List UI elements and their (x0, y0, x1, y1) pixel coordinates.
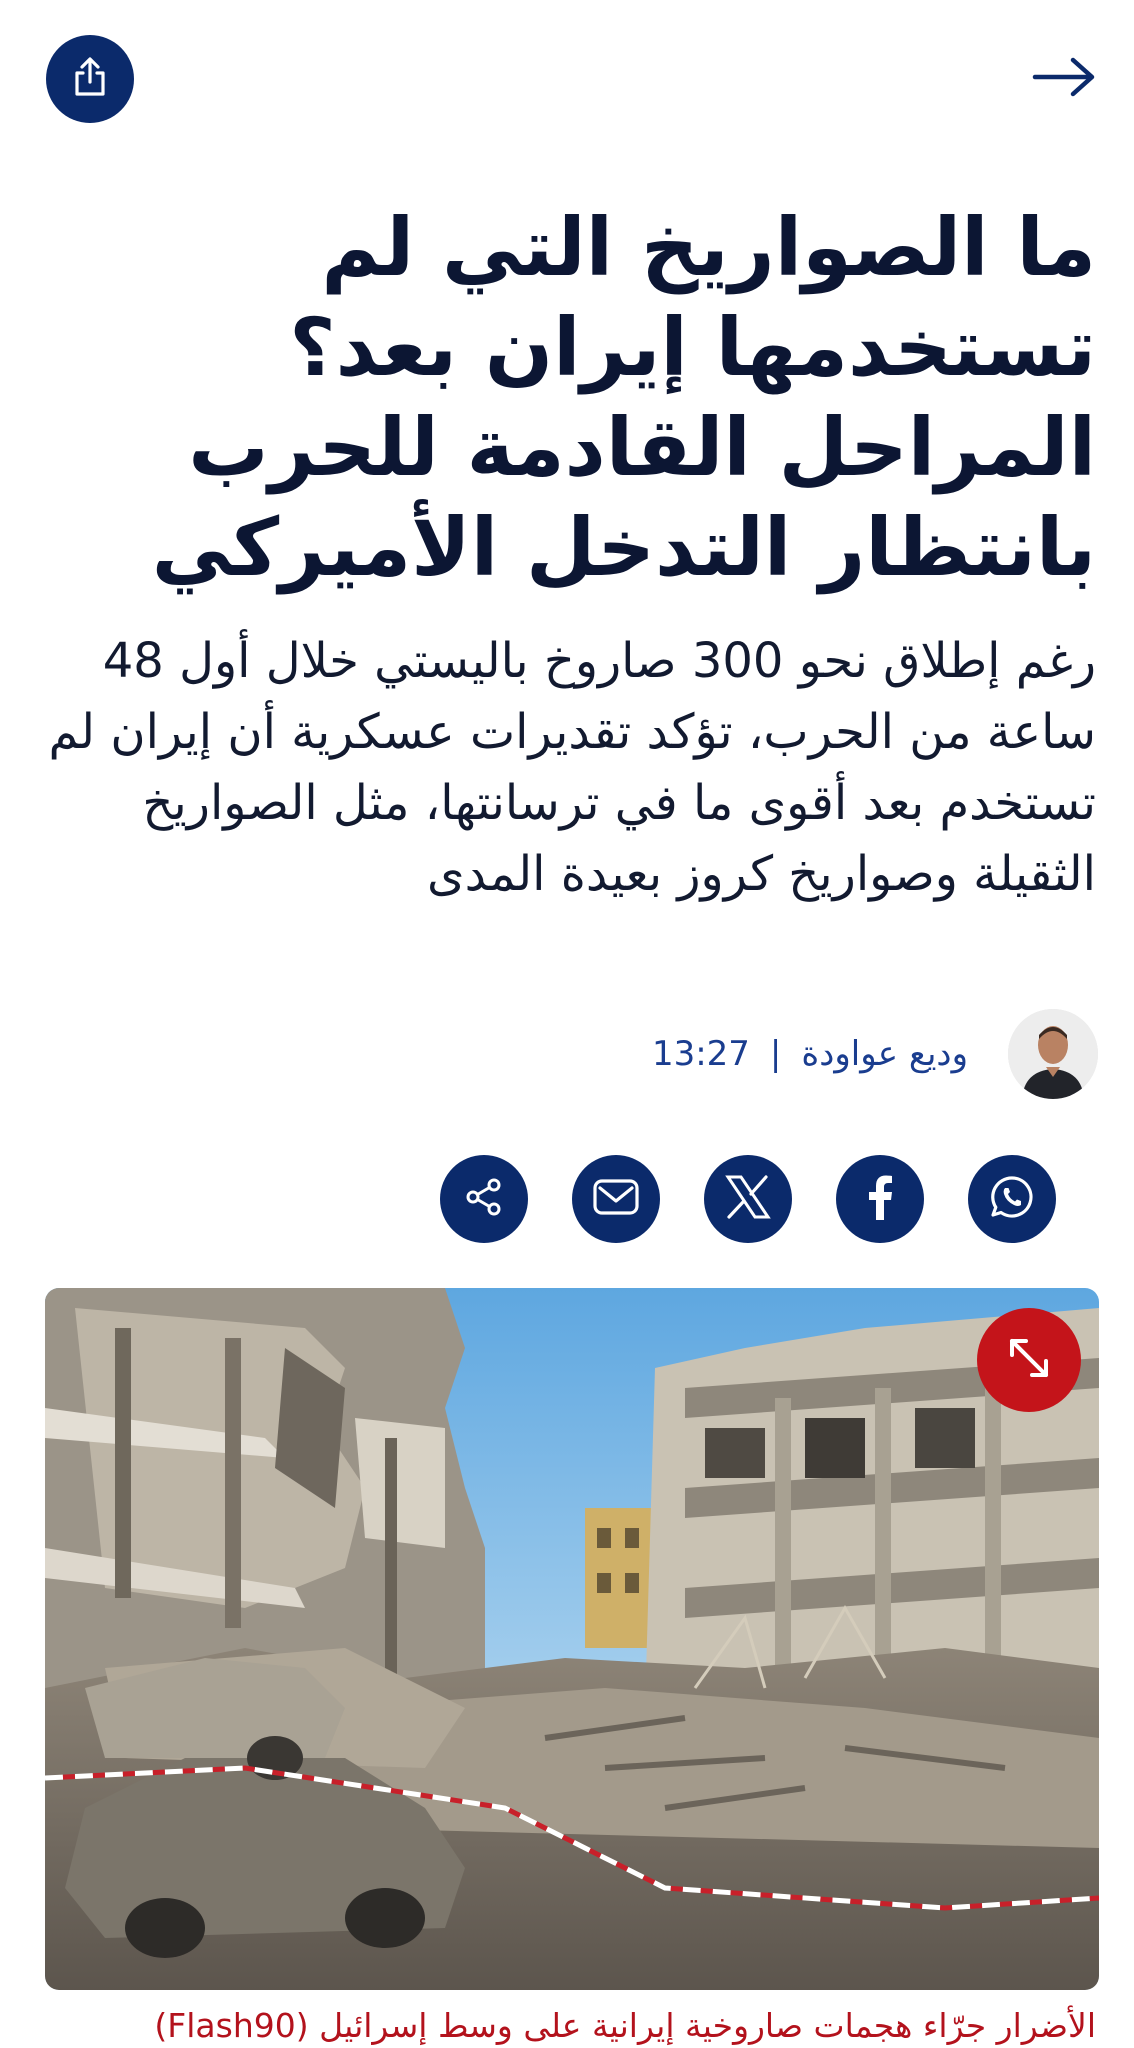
author-name[interactable]: وديع عواودة (801, 1034, 968, 1074)
whatsapp-share-button[interactable] (968, 1155, 1056, 1243)
image-caption: الأضرار جرّاء هجمات صاروخية إيرانية على … (154, 2006, 1096, 2045)
whatsapp-icon (987, 1172, 1037, 1226)
upload-share-icon (70, 56, 110, 102)
facebook-share-button[interactable] (836, 1155, 924, 1243)
more-share-button[interactable] (440, 1155, 528, 1243)
destroyed-buildings-photo (45, 1288, 1099, 1990)
share-button[interactable] (46, 35, 134, 123)
article-headline: ما الصواريخ التي لم تستخدمها إيران بعد؟ … (151, 201, 1096, 594)
back-button[interactable] (1024, 44, 1104, 114)
byline: وديع عواودة | 13:27 (652, 1008, 1098, 1100)
share-bar (440, 1155, 1056, 1243)
x-share-button[interactable] (704, 1155, 792, 1243)
author-avatar[interactable] (1008, 1009, 1098, 1099)
x-icon (725, 1175, 771, 1223)
expand-image-button[interactable] (977, 1308, 1081, 1412)
article-image[interactable] (45, 1288, 1099, 1990)
facebook-icon (860, 1172, 900, 1226)
expand-icon (1006, 1335, 1052, 1385)
email-icon (592, 1178, 640, 1220)
article-subtitle: رغم إطلاق نحو 300 صاروخ باليستي خلال أول… (48, 633, 1096, 902)
byline-separator: | (769, 1034, 782, 1074)
top-bar (0, 0, 1134, 160)
share-icon (463, 1176, 505, 1222)
email-share-button[interactable] (572, 1155, 660, 1243)
publish-time: 13:27 (651, 1034, 750, 1074)
arrow-right-icon (1031, 55, 1097, 103)
